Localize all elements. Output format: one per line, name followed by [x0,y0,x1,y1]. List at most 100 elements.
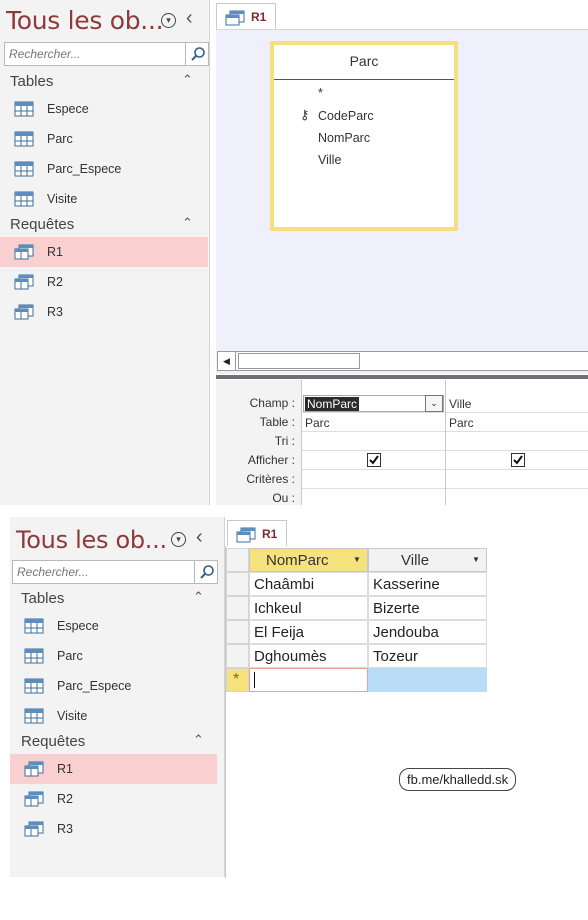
nav-item-espece[interactable]: Espece [0,94,209,124]
group-tables-collapse-icon[interactable]: ⌃ [182,72,193,88]
tab-r1[interactable]: R1 [216,3,276,29]
nav-item-espece[interactable]: Espece [10,611,224,641]
query-icon [225,10,245,26]
query-icon [14,244,34,260]
collapse-pane-icon[interactable]: ‹ [196,527,203,547]
table-icon [14,101,34,117]
champ-value: NomParc [305,397,360,411]
new-row-selector[interactable]: * [226,668,249,692]
search-input[interactable] [13,561,193,583]
sort-filter-arrow-icon[interactable]: ▼ [353,555,361,564]
column-header-ville[interactable]: Ville ▼ [368,548,487,572]
nav-title[interactable]: Tous les ob... [16,526,167,554]
select-all-corner[interactable] [226,548,249,572]
nav-item-label: Visite [47,192,78,206]
checkmark-icon [369,455,379,465]
checkmark-icon [513,455,523,465]
table-icon [24,618,44,634]
chevron-down-icon[interactable]: ⌄ [425,395,443,412]
group-queries-label[interactable]: Requêtes [21,733,85,750]
nav-item-label: R1 [57,762,73,776]
cell-ville[interactable]: Kasserine [368,572,487,596]
field-list-divider [274,79,454,80]
cell-ville[interactable]: Jendouba [368,620,487,644]
table-value-col2[interactable]: Parc [449,416,474,430]
row-label-ou: Ou : [272,491,295,505]
nav-item-label: Parc [47,132,73,146]
field-nomparc[interactable]: NomParc [318,131,370,145]
tab-r1[interactable]: R1 [227,520,287,546]
group-queries-collapse-icon[interactable]: ⌃ [193,732,204,748]
new-row-ville-cell[interactable] [368,668,487,692]
table-field-list[interactable]: Parc * ⚷ CodeParc NomParc Ville [270,41,458,231]
field-all[interactable]: * [318,86,323,100]
champ-nomparc-select[interactable]: NomParc ⌄ [303,395,444,412]
column-header-nomparc[interactable]: NomParc ▼ [249,548,368,572]
champ-value-col2[interactable]: Ville [449,397,471,411]
nav-item-r2[interactable]: R2 [10,784,224,814]
sort-filter-arrow-icon[interactable]: ▼ [472,555,480,564]
nav-item-parc-espece[interactable]: Parc_Espece [0,154,209,184]
nav-item-label: Parc [57,649,83,663]
group-tables-collapse-icon[interactable]: ⌃ [193,589,204,605]
design-splitter[interactable] [216,375,588,379]
watermark-label: fb.me/khalledd.sk [399,768,517,791]
cell-nomparc[interactable]: Ichkeul [249,596,368,620]
afficher-checkbox-col2[interactable] [511,453,525,467]
nav-item-parc[interactable]: Parc [0,124,209,154]
primary-key-icon: ⚷ [300,107,310,122]
row-selector[interactable] [226,596,249,620]
nav-item-r3[interactable]: R3 [10,814,224,844]
nav-item-label: R2 [47,275,63,289]
nav-item-r2[interactable]: R2 [0,267,209,297]
navigation-pane: Tous les ob... ▾ ‹ Tables ⌃ Espece Parc … [10,517,225,877]
search-input[interactable] [5,43,183,65]
cell-ville[interactable]: Bizerte [368,596,487,620]
group-tables-label[interactable]: Tables [21,590,64,607]
nav-menu-icon[interactable]: ▾ [171,532,186,547]
nav-item-label: R3 [47,305,63,319]
grid-column-divider [445,380,446,505]
field-ville[interactable]: Ville [318,153,341,167]
field-codeparc[interactable]: CodeParc [318,109,374,123]
table-value-col1[interactable]: Parc [305,416,330,430]
afficher-checkbox-col1[interactable] [367,453,381,467]
nav-item-visite[interactable]: Visite [0,184,209,214]
nav-item-visite[interactable]: Visite [10,701,224,731]
new-row-nomparc-input[interactable] [249,668,368,692]
search-icon [200,565,214,579]
cell-nomparc[interactable]: Dghoumès [249,644,368,668]
nav-item-parc[interactable]: Parc [10,641,224,671]
query-icon [24,761,44,777]
text-cursor [254,672,255,688]
cell-nomparc[interactable]: El Feija [249,620,368,644]
row-selector[interactable] [226,572,249,596]
group-queries-label[interactable]: Requêtes [10,216,74,233]
field-list-title: Parc [349,53,379,69]
group-tables-label[interactable]: Tables [10,73,53,90]
query-icon [14,274,34,290]
scroll-left-arrow[interactable]: ◀ [218,352,236,370]
query-icon [236,527,256,543]
row-selector[interactable] [226,620,249,644]
nav-item-r3[interactable]: R3 [0,297,209,327]
row-label-afficher: Afficher : [247,453,295,467]
tab-label: R1 [251,10,267,24]
search-button[interactable] [194,560,218,584]
horizontal-scrollbar[interactable]: ◀ [217,351,588,371]
collapse-pane-icon[interactable]: ‹ [186,8,193,28]
nav-title[interactable]: Tous les ob... [6,6,164,35]
nav-item-r1[interactable]: R1 [10,754,217,784]
nav-menu-icon[interactable]: ▾ [161,13,176,28]
nav-item-label: R1 [47,245,63,259]
search-button[interactable] [185,42,209,66]
nav-item-parc-espece[interactable]: Parc_Espece [10,671,224,701]
cell-ville[interactable]: Tozeur [368,644,487,668]
group-queries-collapse-icon[interactable]: ⌃ [182,215,193,231]
row-selector[interactable] [226,644,249,668]
query-grid[interactable]: NomParc ⌄ Parc Ville Parc [301,380,588,505]
cell-nomparc[interactable]: Chaâmbi [249,572,368,596]
nav-item-label: Espece [47,102,89,116]
nav-item-r1[interactable]: R1 [0,237,208,267]
scroll-thumb[interactable] [238,353,360,369]
